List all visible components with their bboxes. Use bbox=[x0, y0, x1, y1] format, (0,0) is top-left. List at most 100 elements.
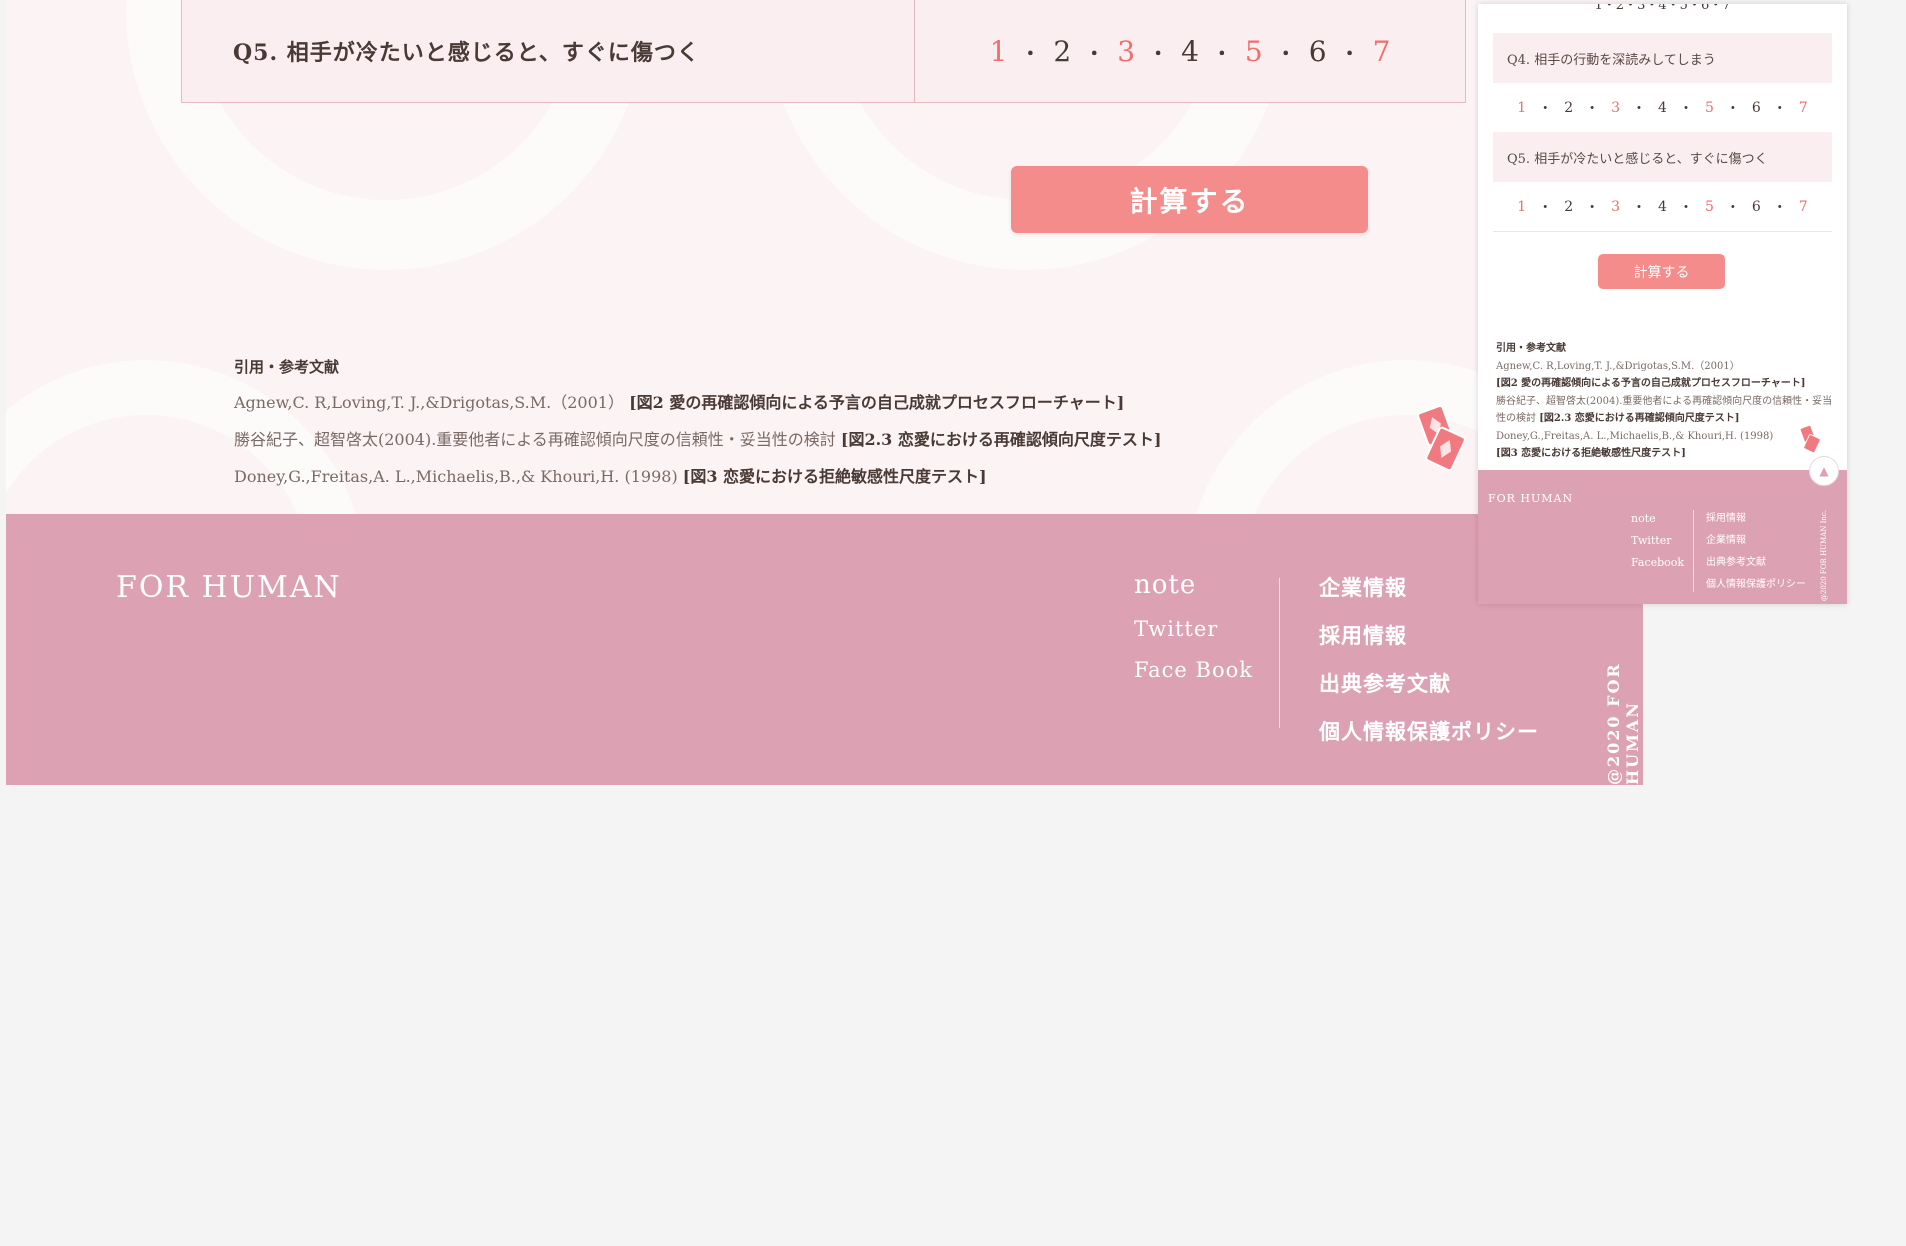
scale-option-6[interactable]: 6 bbox=[1701, 4, 1709, 13]
footer-link-twitter[interactable]: Twitter bbox=[1134, 617, 1253, 641]
scale-option-3[interactable]: 3 bbox=[1611, 100, 1620, 116]
question-label: Q5. 相手が冷たいと感じると、すぐに傷つく bbox=[182, 0, 915, 102]
scale-separator: ・ bbox=[1149, 44, 1168, 65]
mobile-footer-link-facebook[interactable]: Facebook bbox=[1631, 552, 1684, 574]
scale-option-7[interactable]: 7 bbox=[1722, 4, 1730, 13]
back-to-top-button[interactable]: ▲ bbox=[1809, 456, 1839, 486]
reference-text: Agnew,C. R,Loving,T. J.,&Drigotas,S.M.（2… bbox=[234, 393, 624, 412]
scale-separator: ・ bbox=[1538, 199, 1553, 216]
references-title: 引用・参考文献 bbox=[234, 358, 340, 376]
scale-options: 1 ・ 2 ・ 3 ・ 4 ・ 5 ・ 6 ・ 7 bbox=[983, 35, 1398, 68]
scale-separator: ・ bbox=[1212, 44, 1231, 65]
mobile-footer-info-links: 採用情報 企業情報 出典参考文献 個人情報保護ポリシー bbox=[1706, 508, 1806, 596]
footer-link-privacy[interactable]: 個人情報保護ポリシー bbox=[1319, 716, 1539, 746]
footer-link-references[interactable]: 出典参考文献 bbox=[1319, 668, 1539, 698]
mobile-footer-link-twitter[interactable]: Twitter bbox=[1631, 530, 1684, 552]
mobile-reference-item: 勝谷紀子、超智啓太(2004).重要他者による再確認傾向尺度の信頼性・妥当性の検… bbox=[1496, 393, 1841, 428]
scale-option-4[interactable]: 4 bbox=[1658, 4, 1666, 13]
mobile-footer-copyright: @2020 FOR HUMAN Inc. bbox=[1820, 510, 1828, 602]
playing-cards-icon bbox=[1799, 424, 1821, 454]
mobile-reference-figure-link[interactable]: [図2 愛の再確認傾向による予言の自己成就プロセスフローチャート] bbox=[1496, 378, 1806, 389]
mobile-scale-options: 1 ・ 2 ・ 3 ・ 4 ・ 5 ・ 6 ・ 7 bbox=[1493, 83, 1832, 133]
scale-separator: ・ bbox=[1772, 100, 1787, 117]
scale-option-6[interactable]: 6 bbox=[1752, 100, 1761, 116]
scale-option-1[interactable]: 1 bbox=[990, 35, 1008, 68]
scale-option-5[interactable]: 5 bbox=[1680, 4, 1688, 13]
scale-separator: ・ bbox=[1585, 199, 1600, 216]
scale-option-7[interactable]: 7 bbox=[1373, 35, 1391, 68]
mobile-footer-social-links: note Twitter Facebook bbox=[1631, 508, 1684, 574]
scale-option-5[interactable]: 5 bbox=[1245, 35, 1263, 68]
scale-option-3[interactable]: 3 bbox=[1611, 199, 1620, 215]
scale-separator: ・ bbox=[1645, 4, 1659, 13]
scale-option-2[interactable]: 2 bbox=[1053, 35, 1071, 68]
scale-option-2[interactable]: 2 bbox=[1564, 199, 1573, 215]
question-row: Q5. 相手が冷たいと感じると、すぐに傷つく 1 ・ 2 ・ 3 ・ 4 ・ 5 ・ 6 ・ 7 bbox=[181, 0, 1466, 103]
scale-option-5[interactable]: 5 bbox=[1705, 199, 1714, 215]
reference-figure-link[interactable]: [図2.3 恋愛における再確認傾向尺度テスト] bbox=[841, 430, 1162, 449]
mobile-footer-link-privacy[interactable]: 個人情報保護ポリシー bbox=[1706, 574, 1806, 596]
scale-option-4[interactable]: 4 bbox=[1658, 199, 1667, 215]
scale-options-partial: 1・2・3・4・5・6・7 bbox=[1478, 4, 1847, 13]
scale-separator: ・ bbox=[1632, 100, 1647, 117]
footer-link-facebook[interactable]: Face Book bbox=[1134, 658, 1253, 682]
mobile-footer: FOR HUMAN note Twitter Facebook 採用情報 企業情… bbox=[1478, 470, 1847, 604]
footer-link-note[interactable]: note bbox=[1134, 570, 1253, 600]
footer-divider bbox=[1279, 578, 1280, 728]
mobile-footer-logo[interactable]: FOR HUMAN bbox=[1488, 492, 1573, 505]
scale-option-1[interactable]: 1 bbox=[1517, 100, 1526, 116]
reference-item: Doney,G.,Freitas,A. L.,Michaelis,B.,& Kh… bbox=[234, 463, 1161, 487]
arrow-up-icon: ▲ bbox=[1819, 464, 1829, 478]
scale-option-5[interactable]: 5 bbox=[1705, 100, 1714, 116]
footer-copyright: @2020 FOR HUMAN bbox=[1604, 662, 1642, 785]
mobile-question-4: Q4. 相手の行動を深読みしてしまう bbox=[1493, 33, 1832, 83]
reference-figure-link[interactable]: [図2 愛の再確認傾向による予言の自己成就プロセスフローチャート] bbox=[629, 393, 1124, 412]
scale-separator: ・ bbox=[1687, 4, 1701, 13]
mobile-footer-link-note[interactable]: note bbox=[1631, 508, 1684, 530]
scale-separator: ・ bbox=[1340, 44, 1359, 65]
reference-text: 勝谷紀子、超智啓太(2004).重要他者による再確認傾向尺度の信頼性・妥当性の検… bbox=[234, 430, 836, 449]
mobile-footer-divider bbox=[1693, 510, 1694, 592]
scale-separator: ・ bbox=[1085, 44, 1104, 65]
footer-logo[interactable]: FOR HUMAN bbox=[116, 570, 342, 605]
mobile-footer-link-company[interactable]: 企業情報 bbox=[1706, 530, 1806, 552]
scale-separator: ・ bbox=[1725, 199, 1740, 216]
content-area: Q5. 相手が冷たいと感じると、すぐに傷つく 1 ・ 2 ・ 3 ・ 4 ・ 5 ・ 6 ・ 7 計算す… bbox=[6, 0, 1643, 514]
scale-separator: ・ bbox=[1021, 44, 1040, 65]
mobile-footer-link-recruit[interactable]: 採用情報 bbox=[1706, 508, 1806, 530]
mobile-question-5: Q5. 相手が冷たいと感じると、すぐに傷つく bbox=[1493, 132, 1832, 182]
mobile-reference-text: Doney,G.,Freitas,A. L.,Michaelis,B.,& Kh… bbox=[1496, 430, 1774, 442]
scale-option-7[interactable]: 7 bbox=[1799, 199, 1808, 215]
scale-separator: ・ bbox=[1276, 44, 1295, 65]
mobile-footer-link-references[interactable]: 出典参考文献 bbox=[1706, 552, 1806, 574]
mobile-preview: 1・2・3・4・5・6・7 Q4. 相手の行動を深読みしてしまう 1 ・ 2 ・ 3 ・ 4… bbox=[1478, 4, 1847, 604]
scale-option-2[interactable]: 2 bbox=[1564, 100, 1573, 116]
mobile-reference-figure-link[interactable]: [図2.3 恋愛における再確認傾向尺度テスト] bbox=[1539, 413, 1739, 424]
site-footer: FOR HUMAN note Twitter Face Book 企業情報 採用… bbox=[6, 514, 1643, 785]
scale-option-2[interactable]: 2 bbox=[1616, 4, 1624, 13]
mobile-reference-text: Agnew,C. R,Loving,T. J.,&Drigotas,S.M.（2… bbox=[1496, 360, 1740, 372]
reference-text: Doney,G.,Freitas,A. L.,Michaelis,B.,& Kh… bbox=[234, 467, 678, 486]
scale-separator: ・ bbox=[1772, 199, 1787, 216]
mobile-scale-options: 1 ・ 2 ・ 3 ・ 4 ・ 5 ・ 6 ・ 7 bbox=[1493, 182, 1832, 232]
calculate-button[interactable]: 計算する bbox=[1011, 166, 1368, 233]
scale-option-4[interactable]: 4 bbox=[1181, 35, 1199, 68]
scale-separator: ・ bbox=[1632, 199, 1647, 216]
reference-figure-link[interactable]: [図3 恋愛における拒絶敏感性尺度テスト] bbox=[683, 467, 987, 486]
scale-separator: ・ bbox=[1602, 4, 1616, 13]
references: 引用・参考文献 Agnew,C. R,Loving,T. J.,&Drigota… bbox=[234, 356, 1161, 500]
scale-option-6[interactable]: 6 bbox=[1309, 35, 1327, 68]
scale-option-1[interactable]: 1 bbox=[1594, 4, 1602, 13]
scale-option-3[interactable]: 3 bbox=[1117, 35, 1135, 68]
scale-option-4[interactable]: 4 bbox=[1658, 100, 1667, 116]
scale-option-7[interactable]: 7 bbox=[1799, 100, 1808, 116]
scale-option-6[interactable]: 6 bbox=[1752, 199, 1761, 215]
mobile-references-title: 引用・参考文献 bbox=[1496, 343, 1566, 354]
footer-social-links: note Twitter Face Book bbox=[1134, 570, 1253, 699]
mobile-reference-figure-link[interactable]: [図3 恋愛における拒絶敏感性尺度テスト] bbox=[1496, 448, 1686, 459]
scale-option-1[interactable]: 1 bbox=[1517, 199, 1526, 215]
mobile-calculate-button[interactable]: 計算する bbox=[1598, 254, 1725, 289]
scale-separator: ・ bbox=[1678, 199, 1693, 216]
reference-item: Agnew,C. R,Loving,T. J.,&Drigotas,S.M.（2… bbox=[234, 389, 1161, 413]
footer-link-recruit[interactable]: 採用情報 bbox=[1319, 620, 1539, 650]
